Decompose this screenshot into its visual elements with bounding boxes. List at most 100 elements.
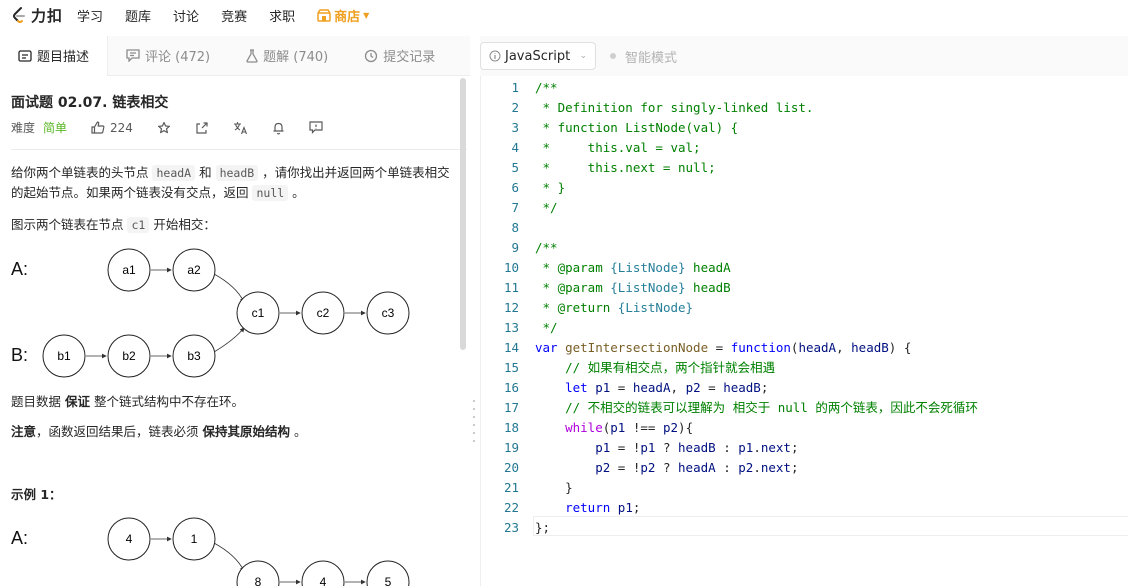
code-line[interactable]: 21 } bbox=[481, 478, 1128, 498]
code-line[interactable]: 6 * } bbox=[481, 178, 1128, 198]
code-line[interactable]: 9 /** bbox=[481, 238, 1128, 258]
language-select[interactable]: JavaScript ⌄ bbox=[480, 42, 596, 70]
line-number: 19 bbox=[503, 440, 519, 455]
code-text: let p1 = headA, p2 = headB; bbox=[565, 380, 769, 395]
linked-list-diagram-1: A: B: a1 a2 b1 b2 b3 c1 c2 c3 bbox=[11, 248, 410, 378]
code-text: p1 = !p1 ? headB : p1.next; bbox=[595, 440, 799, 455]
node-c2-label: c2 bbox=[317, 306, 330, 320]
code-line[interactable]: 7 */ bbox=[481, 198, 1128, 218]
thumbs-up-icon bbox=[91, 121, 105, 134]
line-number: 23 bbox=[503, 520, 519, 535]
nav-item-problems[interactable]: 题库 bbox=[125, 6, 151, 25]
code-text: * @return {ListNode} bbox=[535, 300, 694, 315]
code-line[interactable]: 5 * this.next = null; bbox=[481, 158, 1128, 178]
code-line[interactable]: 16 let p1 = headA, p2 = headB; bbox=[481, 378, 1128, 398]
like-count: 224 bbox=[110, 120, 133, 135]
code-line[interactable]: 8 bbox=[481, 218, 1128, 238]
line-number: 12 bbox=[503, 300, 519, 315]
node-c1-label: c1 bbox=[252, 306, 265, 320]
store-label: 商店 bbox=[334, 9, 361, 25]
code-text: * @param {ListNode} headB bbox=[535, 280, 731, 295]
nav-item-discuss[interactable]: 讨论 bbox=[173, 6, 199, 25]
tab-solutions-label: 题解 (740) bbox=[263, 50, 329, 65]
feedback-icon bbox=[309, 121, 323, 134]
diagram-label-b: B: bbox=[11, 345, 28, 365]
code-line[interactable]: 11 * @param {ListNode} headB bbox=[481, 278, 1128, 298]
code-text: p2 = !p2 ? headA : p2.next; bbox=[595, 460, 799, 475]
notify-button[interactable] bbox=[272, 121, 285, 135]
code-line[interactable]: 17 // 不相交的链表可以理解为 相交于 null 的两个链表，因此不会死循环 bbox=[481, 398, 1128, 418]
store-caret-icon: ▼ bbox=[363, 10, 370, 20]
store-icon bbox=[317, 8, 331, 22]
tab-comments[interactable]: 评论 (472) bbox=[108, 36, 228, 76]
tab-submissions-label: 提交记录 bbox=[383, 50, 436, 65]
node-8-label: 8 bbox=[255, 575, 262, 586]
code-line[interactable]: 20 p2 = !p2 ? headA : p2.next; bbox=[481, 458, 1128, 478]
desc-text: ，函数返回结果后，链表必须 bbox=[36, 424, 203, 439]
code-text: * @param {ListNode} headA bbox=[535, 260, 731, 275]
translate-button[interactable] bbox=[233, 121, 248, 135]
code-line[interactable]: 4 * this.val = val; bbox=[481, 138, 1128, 158]
line-number: 17 bbox=[503, 400, 519, 415]
code-editor[interactable]: 1 /** 2 * Definition for singly-linked lis… bbox=[480, 76, 1128, 586]
description-paragraph-1: 给你两个单链表的头节点 headA 和 headB ，请你找出并返回两个单链表相… bbox=[11, 163, 451, 203]
code-text: /** bbox=[535, 80, 558, 95]
line-number: 14 bbox=[503, 340, 519, 355]
node-b1-label: b1 bbox=[57, 349, 71, 363]
info-icon bbox=[489, 50, 501, 62]
code-line[interactable]: 23}; bbox=[481, 518, 1128, 538]
resize-handle[interactable] bbox=[472, 400, 476, 444]
tab-comments-label: 评论 (472) bbox=[145, 50, 211, 65]
bell-icon bbox=[273, 122, 284, 134]
description-scrollbar[interactable] bbox=[460, 78, 466, 350]
code-line[interactable]: 2 * Definition for singly-linked list. bbox=[481, 98, 1128, 118]
code-text: * Definition for singly-linked list. bbox=[535, 100, 814, 115]
desc-text: 题目数据 bbox=[11, 394, 65, 409]
desc-text: 。 bbox=[290, 424, 307, 439]
desc-text: 和 bbox=[195, 165, 216, 180]
smart-mode-toggle[interactable]: 智能模式 bbox=[610, 47, 677, 66]
tab-submissions[interactable]: 提交记录 bbox=[346, 36, 453, 76]
share-icon bbox=[196, 121, 208, 134]
code-text: return p1; bbox=[565, 500, 641, 515]
code-text: }; bbox=[535, 520, 551, 535]
code-line[interactable]: 12 * @return {ListNode} bbox=[481, 298, 1128, 318]
code-line[interactable]: 3 * function ListNode(val) { bbox=[481, 118, 1128, 138]
nav-item-contest[interactable]: 竞赛 bbox=[221, 6, 247, 25]
logo[interactable]: 力扣 bbox=[10, 5, 63, 26]
line-number: 8 bbox=[511, 220, 519, 235]
code-line[interactable]: 1 /** bbox=[481, 78, 1128, 98]
desc-text: 图示两个链表在节点 bbox=[11, 217, 128, 232]
like-button[interactable]: 224 bbox=[91, 121, 133, 135]
share-button[interactable] bbox=[195, 121, 209, 135]
desc-text: 整个链式结构中不存在环。 bbox=[90, 394, 244, 409]
clock-icon bbox=[365, 49, 378, 62]
code-line[interactable]: 15 // 如果有相交点，两个指针就会相遇 bbox=[481, 358, 1128, 378]
line-number: 21 bbox=[503, 480, 519, 495]
description-paragraph-2: 图示两个链表在节点 c1 开始相交： bbox=[11, 215, 451, 235]
feedback-button[interactable] bbox=[309, 121, 323, 134]
language-label: JavaScript bbox=[505, 48, 571, 64]
line-number: 10 bbox=[503, 260, 519, 275]
desc-text: 开始相交： bbox=[149, 217, 216, 232]
code-line[interactable]: 13 */ bbox=[481, 318, 1128, 338]
code-line[interactable]: 22 return p1; bbox=[481, 498, 1128, 518]
desc-bold: 保持其原始结构 bbox=[202, 424, 291, 439]
inline-code-heada: headA bbox=[152, 165, 196, 181]
code-line[interactable]: 19 p1 = !p1 ? headB : p1.next; bbox=[481, 438, 1128, 458]
code-line[interactable]: 10 * @param {ListNode} headA bbox=[481, 258, 1128, 278]
code-line[interactable]: 14 var getIntersectionNode = function(hea… bbox=[481, 338, 1128, 358]
line-number: 18 bbox=[503, 420, 519, 435]
favorite-button[interactable] bbox=[157, 121, 171, 135]
tab-description[interactable]: 题目描述 bbox=[0, 35, 109, 76]
code-line[interactable]: 18 while(p1 !== p2){ bbox=[481, 418, 1128, 438]
leetcode-logo-icon bbox=[13, 7, 25, 23]
line-number: 13 bbox=[503, 320, 519, 335]
nav-item-jobs[interactable]: 求职 bbox=[269, 6, 295, 25]
node-a1-label: a1 bbox=[122, 263, 136, 277]
desc-bold: 保证 bbox=[64, 394, 90, 409]
example-title: 示例 1： bbox=[11, 487, 62, 502]
tab-solutions[interactable]: 题解 (740) bbox=[228, 36, 346, 76]
nav-item-learn[interactable]: 学习 bbox=[77, 6, 103, 25]
nav-item-store[interactable]: 商店 ▼ bbox=[317, 6, 369, 25]
